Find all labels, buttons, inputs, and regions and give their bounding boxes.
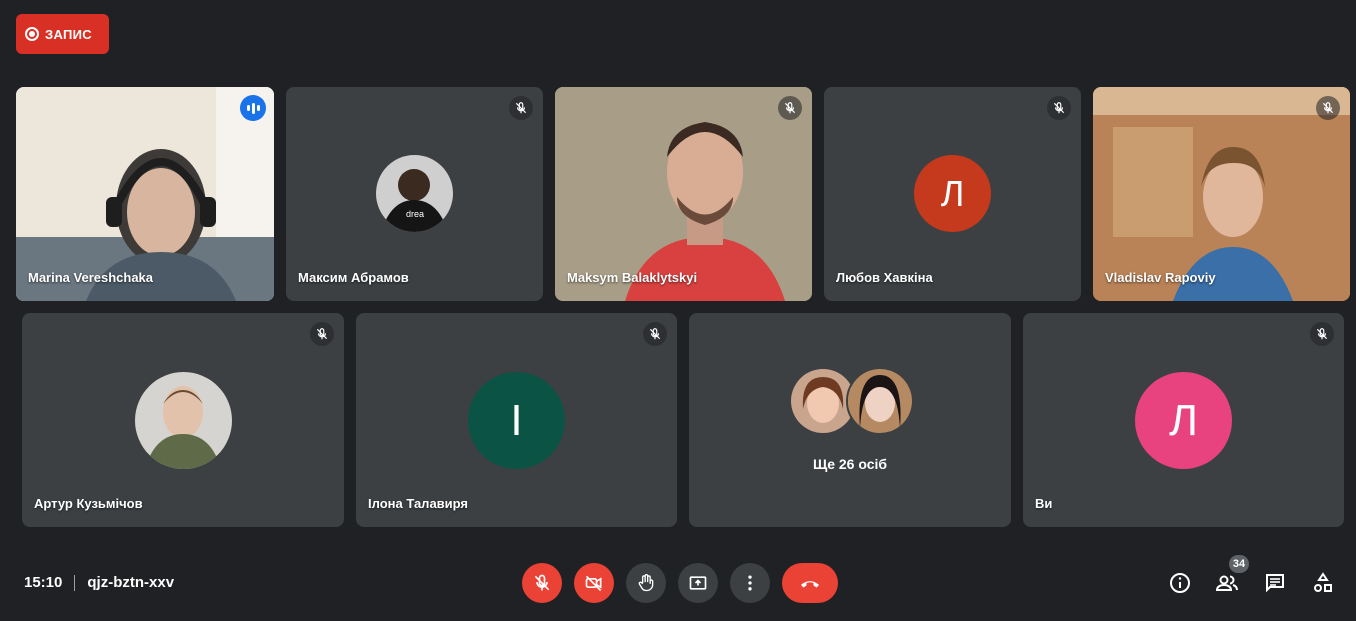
participant-name: Максим Абрамов [298, 270, 409, 285]
leave-call-button[interactable] [782, 563, 838, 603]
participant-name: Marina Vereshchaka [28, 270, 154, 285]
participant-tile-artur[interactable]: Артур Кузьмічов [22, 313, 344, 527]
participant-video [16, 87, 274, 301]
speaking-indicator-icon [240, 95, 266, 121]
others-tile[interactable]: Ще 26 осіб [689, 313, 1011, 527]
svg-text:drea: drea [406, 209, 424, 219]
toggle-microphone-button[interactable] [522, 563, 562, 603]
participant-tile-maksym-balaklytskyi[interactable]: Maksym Balaklytskyi [555, 87, 812, 301]
info-icon [1170, 573, 1190, 593]
participant-name: Артур Кузьмічов [34, 496, 143, 511]
mic-off-icon [509, 96, 533, 120]
participant-tile-vladislav[interactable]: Vladislav Rapoviy [1093, 87, 1350, 301]
activities-button[interactable] [1310, 570, 1336, 596]
participant-name: Ви [1035, 496, 1053, 511]
others-count-label: Ще 26 осіб [812, 456, 888, 472]
participant-tile-maksym-abramov[interactable]: drea Максим Абрамов [286, 87, 543, 301]
divider [74, 574, 76, 591]
participant-name: Любов Хавкіна [836, 270, 933, 285]
meeting-time: 15:10 [24, 574, 63, 591]
avatar-initial: Л [914, 155, 991, 232]
record-icon [25, 27, 39, 41]
participant-tile-liubov[interactable]: Л Любов Хавкіна [824, 87, 1081, 301]
mic-off-icon [1316, 96, 1340, 120]
more-options-button[interactable] [730, 563, 770, 603]
participant-video [1093, 87, 1350, 301]
mic-off-icon [1310, 322, 1334, 346]
meeting-details-button[interactable] [1167, 570, 1193, 596]
camera-off-icon [585, 575, 602, 592]
chat-icon [1266, 574, 1284, 593]
present-screen-button[interactable] [678, 563, 718, 603]
chat-button[interactable] [1262, 570, 1288, 596]
participant-tile-marina[interactable]: Marina Vereshchaka [16, 87, 274, 301]
mic-off-icon [310, 322, 334, 346]
people-button[interactable] [1214, 570, 1240, 596]
recording-label: ЗАПИС [45, 26, 92, 42]
people-count-badge: 34 [1229, 555, 1249, 573]
toggle-camera-button[interactable] [574, 563, 614, 603]
avatar-initial: І [468, 372, 565, 469]
mic-off-icon [778, 96, 802, 120]
recording-badge[interactable]: ЗАПИС [16, 14, 109, 54]
people-icon [1215, 575, 1238, 591]
participant-video [555, 87, 812, 301]
participant-tile-self[interactable]: Л Ви [1023, 313, 1344, 527]
participant-name: Vladislav Rapoviy [1105, 270, 1216, 285]
mic-off-icon [1047, 96, 1071, 120]
meeting-code[interactable]: qjz-bztn-xxv [87, 574, 174, 591]
hang-up-icon [801, 581, 819, 588]
meeting-details: 15:10 qjz-bztn-xxv [24, 574, 174, 591]
avatar-photo: drea [376, 155, 453, 232]
hand-icon [638, 574, 654, 592]
mic-off-icon [534, 574, 550, 591]
participant-tile-ilona[interactable]: І Ілона Талавиря [356, 313, 677, 527]
avatar-photo [135, 372, 232, 469]
participant-name: Maksym Balaklytskyi [567, 270, 698, 285]
raise-hand-button[interactable] [626, 563, 666, 603]
present-icon [689, 576, 707, 590]
more-vert-icon [748, 575, 752, 591]
avatar-photo [846, 367, 914, 435]
mic-off-icon [643, 322, 667, 346]
avatar-initial: Л [1135, 372, 1232, 469]
activities-icon [1314, 572, 1332, 592]
participant-name: Ілона Талавиря [368, 496, 469, 511]
